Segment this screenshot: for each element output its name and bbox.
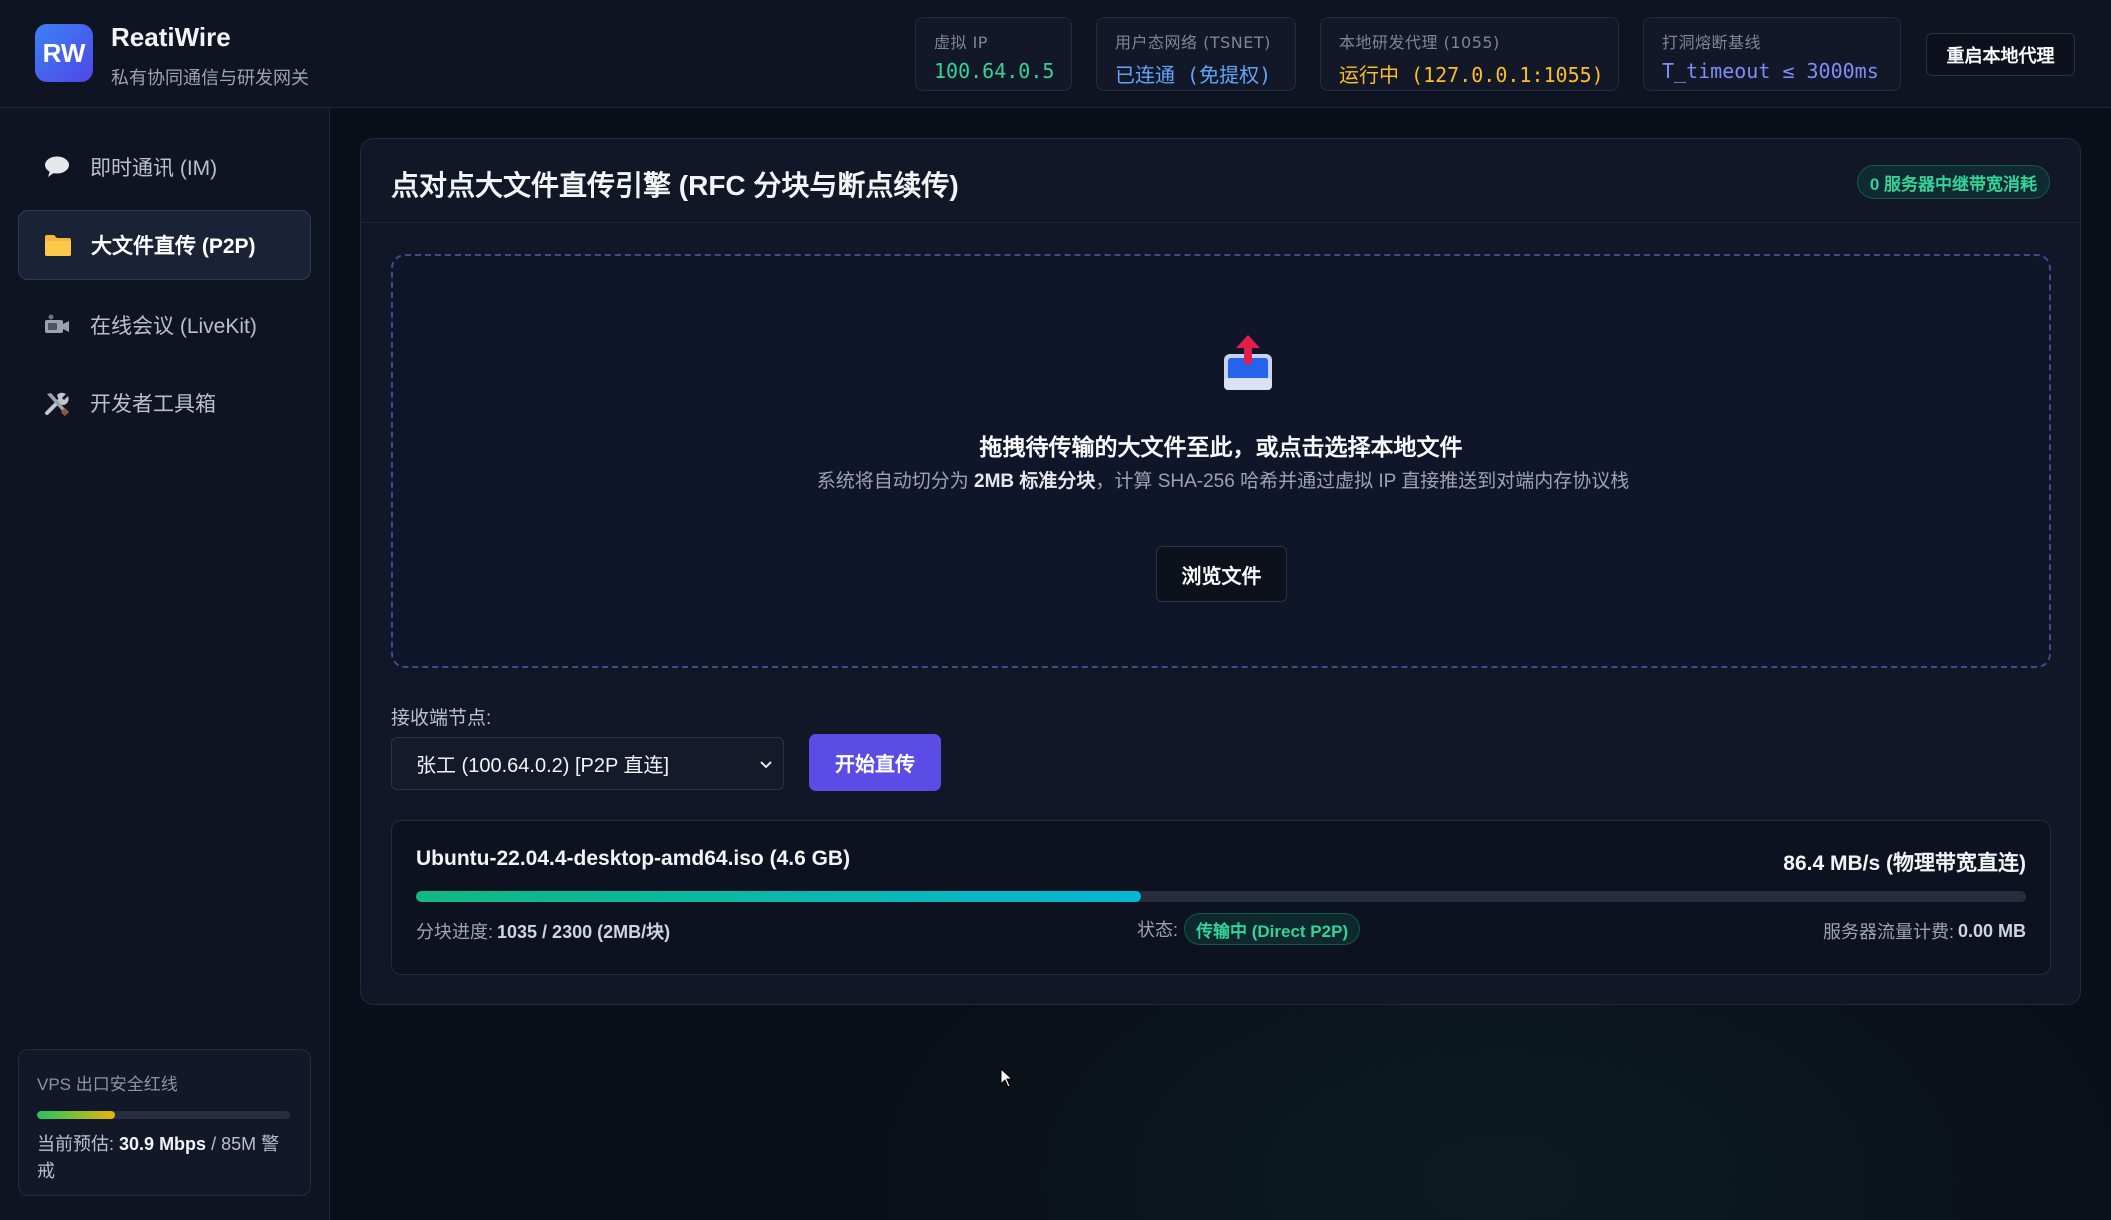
sidebar: 即时通讯 (IM) 大文件直传 (P2P) 在线会议 (LiveKit) 开发者… [0, 108, 330, 1220]
sidebar-item-im[interactable]: 即时通讯 (IM) [18, 132, 311, 202]
vps-usage-text: 当前预估: 30.9 Mbps / 85M 警戒 [37, 1131, 292, 1185]
speech-bubble-icon [42, 152, 72, 182]
dropzone-description: 系统将自动切分为 2MB 标准分块，计算 SHA-256 哈希并通过虚拟 IP … [813, 468, 1633, 496]
vps-usage-bar [37, 1111, 290, 1119]
top-header: RW ReatiWire 私有协同通信与研发网关 虚拟 IP 100.64.0.… [0, 0, 2111, 108]
sidebar-item-meeting[interactable]: 在线会议 (LiveKit) [18, 290, 311, 360]
panel-title: 点对点大文件直传引擎 (RFC 分块与断点续传) [391, 170, 959, 201]
vps-title: VPS 出口安全红线 [37, 1075, 178, 1094]
stat-virtual-ip: 虚拟 IP 100.64.0.5 [915, 17, 1072, 91]
stat-label: 用户态网络 (TSNET) [1115, 33, 1271, 52]
sidebar-item-label: 即时通讯 (IM) [90, 157, 218, 180]
start-transfer-button[interactable]: 开始直传 [809, 734, 941, 791]
stat-local-proxy: 本地研发代理 (1055) 运行中 (127.0.0.1:1055) [1320, 17, 1619, 91]
stat-holepunch-baseline: 打洞熔断基线 T_timeout ≤ 3000ms [1643, 17, 1901, 91]
dropzone-desc-post: ，计算 SHA-256 哈希并通过虚拟 IP 直接推送到对端内存协议栈 [1095, 471, 1630, 492]
status-label: 状态: [1137, 920, 1179, 940]
chevron-down-icon [757, 755, 775, 779]
transfer-progress-fill [416, 891, 1141, 902]
app-subtitle: 私有协同通信与研发网关 [111, 68, 309, 88]
chunk-progress: 分块进度: 1035 / 2300 (2MB/块) [416, 918, 670, 944]
stat-value: 运行中 (127.0.0.1:1055) [1339, 63, 1604, 87]
transfer-speed: 86.4 MB/s (物理带宽直连) [1783, 852, 2026, 875]
dropzone-desc-bold: 2MB 标准分块 [974, 471, 1096, 492]
dropzone-desc-pre: 系统将自动切分为 [816, 471, 975, 492]
video-camera-icon [42, 310, 72, 340]
sidebar-item-label: 在线会议 (LiveKit) [90, 315, 257, 338]
dropzone-title: 拖拽待传输的大文件至此，或点击选择本地文件 [979, 434, 1463, 460]
vps-current-value: 30.9 Mbps [119, 1134, 207, 1154]
tools-icon [42, 388, 72, 418]
app-root: RW ReatiWire 私有协同通信与研发网关 虚拟 IP 100.64.0.… [0, 0, 2111, 1220]
transfer-status: 状态: 传输中 (Direct P2P) [1137, 913, 1361, 945]
chunk-progress-label: 分块进度: [416, 922, 494, 942]
stat-label: 虚拟 IP [934, 33, 988, 52]
stat-label: 本地研发代理 (1055) [1339, 33, 1500, 52]
app-logo: RW [35, 24, 93, 82]
stat-tsnet: 用户态网络 (TSNET) 已连通 (免提权) [1096, 17, 1296, 91]
upload-tray-icon [1222, 334, 1274, 399]
sidebar-item-label: 大文件直传 (P2P) [91, 235, 256, 258]
transfer-file-name: Ubuntu-22.04.4-desktop-amd64.iso (4.6 GB… [416, 847, 851, 870]
sidebar-item-devtools[interactable]: 开发者工具箱 [18, 368, 311, 438]
browse-files-button[interactable]: 浏览文件 [1156, 546, 1287, 602]
stat-label: 打洞熔断基线 [1662, 33, 1762, 52]
app-name: ReatiWire [111, 22, 231, 52]
server-traffic-label: 服务器流量计费: [1822, 922, 1954, 942]
status-badge: 传输中 (Direct P2P) [1184, 913, 1361, 945]
stat-value: 100.64.0.5 [934, 59, 1055, 83]
vps-safety-card: VPS 出口安全红线 当前预估: 30.9 Mbps / 85M 警戒 [18, 1049, 311, 1196]
p2p-transfer-panel: 点对点大文件直传引擎 (RFC 分块与断点续传) 0 服务器中继带宽消耗 拖拽待… [360, 138, 2081, 1005]
folder-icon [43, 230, 73, 260]
sidebar-item-label: 开发者工具箱 [90, 393, 216, 416]
transfer-progress-bar [416, 891, 2026, 902]
stat-value: T_timeout ≤ 3000ms [1662, 59, 1879, 83]
server-traffic-value: 0.00 MB [1957, 920, 2026, 941]
mouse-cursor-icon [1000, 1067, 1014, 1093]
receiver-label: 接收端节点: [391, 708, 492, 729]
transfer-card: Ubuntu-22.04.4-desktop-amd64.iso (4.6 GB… [391, 820, 2051, 975]
panel-header: 点对点大文件直传引擎 (RFC 分块与断点续传) 0 服务器中继带宽消耗 [361, 139, 2080, 223]
file-dropzone[interactable]: 拖拽待传输的大文件至此，或点击选择本地文件 系统将自动切分为 2MB 标准分块，… [391, 254, 2051, 668]
receiver-select[interactable]: 张工 (100.64.0.2) [P2P 直连] [391, 737, 784, 790]
receiver-selected-value: 张工 (100.64.0.2) [P2P 直连] [416, 755, 670, 777]
vps-current-label: 当前预估: [37, 1134, 115, 1154]
restart-proxy-button[interactable]: 重启本地代理 [1926, 33, 2075, 76]
vps-usage-fill [37, 1111, 116, 1119]
sidebar-item-p2p[interactable]: 大文件直传 (P2P) [18, 210, 311, 280]
chunk-progress-value: 1035 / 2300 (2MB/块) [497, 922, 671, 942]
stat-value: 已连通 (免提权) [1115, 63, 1272, 87]
zero-relay-badge: 0 服务器中继带宽消耗 [1856, 165, 2050, 199]
server-traffic: 服务器流量计费: 0.00 MB [1823, 918, 2026, 944]
